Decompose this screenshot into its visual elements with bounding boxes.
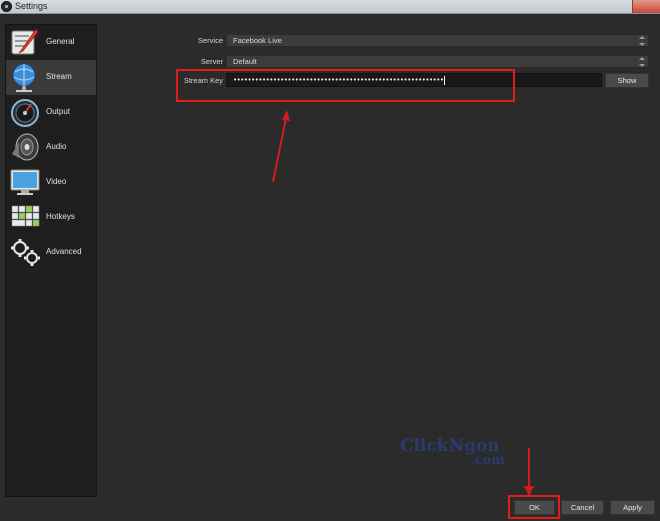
globe-icon xyxy=(12,63,36,92)
sidebar-item-audio[interactable]: Audio xyxy=(6,130,96,165)
sidebar-item-label: Stream xyxy=(46,72,72,81)
sidebar-item-video[interactable]: Video xyxy=(6,165,96,200)
server-label: Server xyxy=(200,57,223,66)
sidebar-item-hotkeys[interactable]: Hotkeys xyxy=(6,200,96,235)
service-value: Facebook Live xyxy=(233,36,282,45)
show-key-button[interactable]: Show xyxy=(605,73,649,88)
obs-app-icon xyxy=(1,1,12,12)
settings-main: General Stream Output Audio Video Hotkey… xyxy=(0,14,660,521)
sidebar-item-output[interactable]: Output xyxy=(6,95,96,130)
gears-icon xyxy=(11,239,40,266)
select-arrows-icon xyxy=(639,57,645,67)
wrench-icon xyxy=(11,28,39,55)
monitor-icon xyxy=(10,169,40,195)
keyboard-icon xyxy=(11,205,40,227)
window-title: Settings xyxy=(15,1,48,11)
settings-sidebar: General Stream Output Audio Video Hotkey… xyxy=(5,24,97,497)
ok-button[interactable]: OK xyxy=(514,500,555,515)
sidebar-item-advanced[interactable]: Advanced xyxy=(6,235,96,270)
apply-button[interactable]: Apply xyxy=(610,500,655,515)
annotation-arrow-up-icon xyxy=(272,110,290,183)
close-button[interactable] xyxy=(632,0,660,13)
service-select[interactable]: Facebook Live xyxy=(226,34,649,47)
sidebar-item-label: Output xyxy=(46,107,71,116)
sidebar-item-label: General xyxy=(46,37,75,46)
sidebar-item-label: Video xyxy=(46,177,67,186)
select-arrows-icon xyxy=(639,36,645,46)
window-titlebar: Settings xyxy=(0,0,660,14)
highlight-box-stream-key xyxy=(176,69,515,102)
watermark-suffix: .com xyxy=(470,453,505,468)
annotation-arrow-down-icon xyxy=(524,448,534,496)
sidebar-item-label: Advanced xyxy=(46,247,82,256)
speaker-icon xyxy=(12,133,39,161)
watermark-logo: ClickNgon .com xyxy=(400,436,505,468)
sidebar-item-stream[interactable]: Stream xyxy=(6,60,96,95)
server-select[interactable]: Default xyxy=(226,55,649,68)
service-label: Service xyxy=(197,36,223,45)
sidebar-item-general[interactable]: General xyxy=(6,25,96,60)
cancel-button[interactable]: Cancel xyxy=(561,500,604,515)
server-value: Default xyxy=(233,57,257,66)
sidebar-item-label: Hotkeys xyxy=(46,212,75,221)
gauge-icon xyxy=(11,99,39,127)
sidebar-item-label: Audio xyxy=(46,142,67,151)
